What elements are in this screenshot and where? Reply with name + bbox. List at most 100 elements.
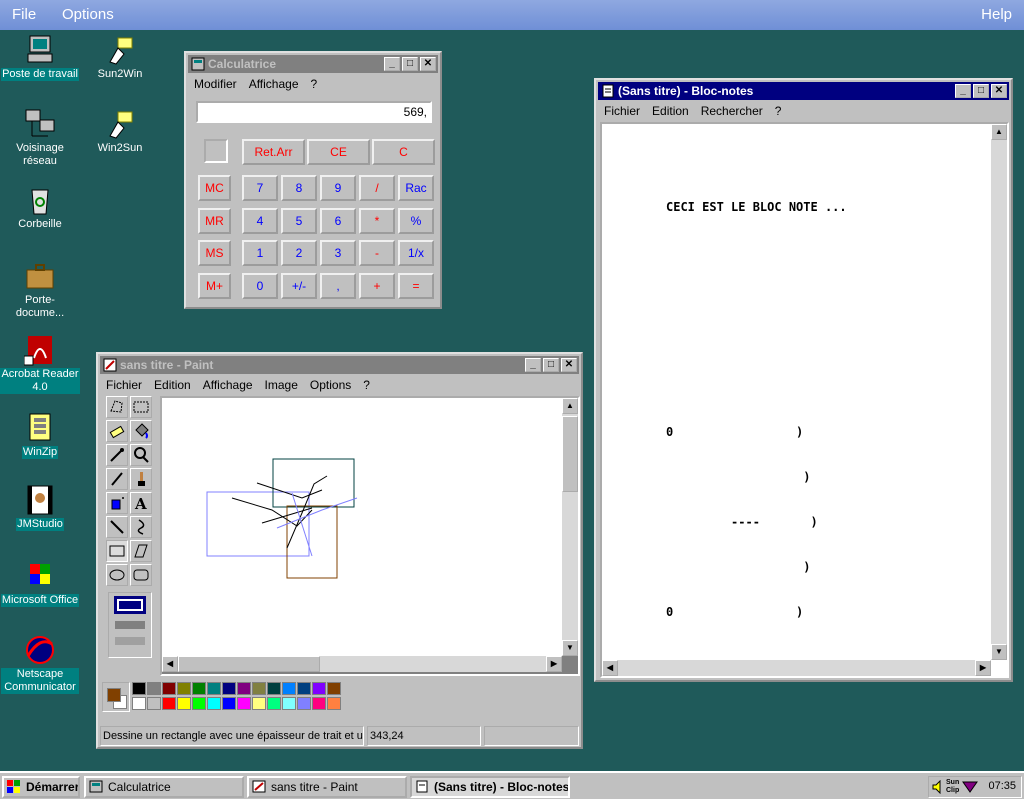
desktop-icon-poste-de-travail[interactable]: Poste de travail xyxy=(0,34,80,81)
vertical-scrollbar[interactable]: ▲ ▼ xyxy=(991,124,1007,660)
menu-edition[interactable]: Edition xyxy=(154,378,191,392)
palette-color-swatch[interactable] xyxy=(222,682,236,695)
digit-8-button[interactable]: 8 xyxy=(281,175,317,201)
multiply-button[interactable]: * xyxy=(359,208,395,234)
free-select-tool[interactable] xyxy=(106,396,128,418)
menu-fichier[interactable]: Fichier xyxy=(604,104,640,118)
speaker-icon[interactable] xyxy=(932,779,944,797)
menu-edition[interactable]: Edition xyxy=(652,104,689,118)
task-calculatrice[interactable]: Calculatrice xyxy=(84,776,244,798)
add-button[interactable]: + xyxy=(359,273,395,299)
desktop-icon-netscape[interactable]: Netscape Communicator xyxy=(0,634,80,694)
minimize-button[interactable]: _ xyxy=(955,84,971,98)
digit-0-button[interactable]: 0 xyxy=(242,273,278,299)
desktop-icon-sun2win[interactable]: Sun2Win xyxy=(80,34,160,81)
palette-color-swatch[interactable] xyxy=(252,697,266,710)
memory-recall-button[interactable]: MR xyxy=(198,208,231,234)
percent-button[interactable]: % xyxy=(398,208,434,234)
memory-store-button[interactable]: MS xyxy=(198,240,231,266)
palette-color-swatch[interactable] xyxy=(207,682,221,695)
palette-color-swatch[interactable] xyxy=(297,697,311,710)
sun-clip-label[interactable]: Sun Clip xyxy=(946,779,960,795)
palette-color-swatch[interactable] xyxy=(192,682,206,695)
close-button[interactable]: ✕ xyxy=(561,358,577,372)
rounded-rect-tool[interactable] xyxy=(130,564,152,586)
start-button[interactable]: Démarrer xyxy=(2,776,80,798)
menu-image[interactable]: Image xyxy=(265,378,298,392)
drawing-canvas[interactable] xyxy=(162,398,562,656)
desktop-icon-microsoft-office[interactable]: Microsoft Office xyxy=(0,560,80,607)
menu-help[interactable]: ? xyxy=(775,104,782,118)
digit-5-button[interactable]: 5 xyxy=(281,208,317,234)
pencil-tool[interactable] xyxy=(106,468,128,490)
palette-color-swatch[interactable] xyxy=(222,697,236,710)
palette-color-swatch[interactable] xyxy=(252,682,266,695)
reciprocal-button[interactable]: 1/x xyxy=(398,240,434,266)
equals-button[interactable]: = xyxy=(398,273,434,299)
divide-button[interactable]: / xyxy=(359,175,395,201)
clear-entry-button[interactable]: CE xyxy=(307,139,370,165)
notepad-titlebar[interactable]: (Sans titre) - Bloc-notes _ □ ✕ xyxy=(598,82,1009,100)
palette-color-swatch[interactable] xyxy=(177,682,191,695)
palette-color-swatch[interactable] xyxy=(162,682,176,695)
polygon-tool[interactable] xyxy=(130,540,152,562)
magnifier-tool[interactable] xyxy=(130,444,152,466)
palette-color-swatch[interactable] xyxy=(147,697,161,710)
palette-color-swatch[interactable] xyxy=(282,682,296,695)
palette-color-swatch[interactable] xyxy=(207,697,221,710)
menu-modifier[interactable]: Modifier xyxy=(194,77,237,91)
decimal-button[interactable]: , xyxy=(320,273,356,299)
desktop-icon-voisinage-reseau[interactable]: Voisinage réseau xyxy=(0,108,80,168)
sign-button[interactable]: +/- xyxy=(281,273,317,299)
airbrush-tool[interactable] xyxy=(106,492,128,514)
palette-color-swatch[interactable] xyxy=(267,682,281,695)
desktop-icon-winzip[interactable]: WinZip xyxy=(0,412,80,459)
fill-tool[interactable] xyxy=(130,420,152,442)
horizontal-scrollbar[interactable]: ◀ ▶ xyxy=(602,660,991,676)
brush-tool[interactable] xyxy=(130,468,152,490)
palette-color-swatch[interactable] xyxy=(312,682,326,695)
menu-help[interactable]: ? xyxy=(311,77,318,91)
desktop-icon-jmstudio[interactable]: JMStudio xyxy=(0,484,80,531)
menu-help[interactable]: ? xyxy=(363,378,370,392)
sun-clip-icon[interactable] xyxy=(962,781,978,796)
memory-clear-button[interactable]: MC xyxy=(198,175,231,201)
desktop-icon-corbeille[interactable]: Corbeille xyxy=(0,184,80,231)
palette-color-swatch[interactable] xyxy=(162,697,176,710)
paint-titlebar[interactable]: sans titre - Paint _ □ ✕ xyxy=(100,356,579,374)
task-bloc-notes[interactable]: (Sans titre) - Bloc-notes xyxy=(410,776,570,798)
eraser-tool[interactable] xyxy=(106,420,128,442)
close-button[interactable]: ✕ xyxy=(991,84,1007,98)
horizontal-scrollbar[interactable]: ◀ ▶ xyxy=(162,656,562,672)
palette-color-swatch[interactable] xyxy=(312,697,326,710)
maximize-button[interactable]: □ xyxy=(973,84,989,98)
menu-options[interactable]: Options xyxy=(310,378,351,392)
rect-select-tool[interactable] xyxy=(130,396,152,418)
minimize-button[interactable]: _ xyxy=(525,358,541,372)
desktop-icon-porte-documents[interactable]: Porte-docume... xyxy=(0,260,80,320)
task-paint[interactable]: sans titre - Paint xyxy=(247,776,407,798)
color-picker-tool[interactable] xyxy=(106,444,128,466)
text-tool[interactable]: A xyxy=(130,492,152,514)
digit-1-button[interactable]: 1 xyxy=(242,240,278,266)
host-menu-options[interactable]: Options xyxy=(62,6,114,23)
palette-color-swatch[interactable] xyxy=(192,697,206,710)
rectangle-tool[interactable] xyxy=(106,540,128,562)
notepad-text-area[interactable]: CECI EST LE BLOC NOTE ... 0 ) ) ---- ) )… xyxy=(600,122,1009,678)
palette-color-swatch[interactable] xyxy=(282,697,296,710)
palette-color-swatch[interactable] xyxy=(237,697,251,710)
tool-options-box[interactable] xyxy=(108,592,152,658)
palette-color-swatch[interactable] xyxy=(327,682,341,695)
palette-color-swatch[interactable] xyxy=(267,697,281,710)
sqrt-button[interactable]: Rac xyxy=(398,175,434,201)
palette-color-swatch[interactable] xyxy=(147,682,161,695)
menu-affichage[interactable]: Affichage xyxy=(203,378,253,392)
palette-color-swatch[interactable] xyxy=(327,697,341,710)
host-menu-file[interactable]: File xyxy=(12,6,36,23)
subtract-button[interactable]: - xyxy=(359,240,395,266)
curve-tool[interactable] xyxy=(130,516,152,538)
palette-color-swatch[interactable] xyxy=(132,697,146,710)
vertical-scrollbar[interactable]: ▲ ▼ xyxy=(562,398,578,656)
desktop-icon-win2sun[interactable]: Win2Sun xyxy=(80,108,160,155)
digit-4-button[interactable]: 4 xyxy=(242,208,278,234)
